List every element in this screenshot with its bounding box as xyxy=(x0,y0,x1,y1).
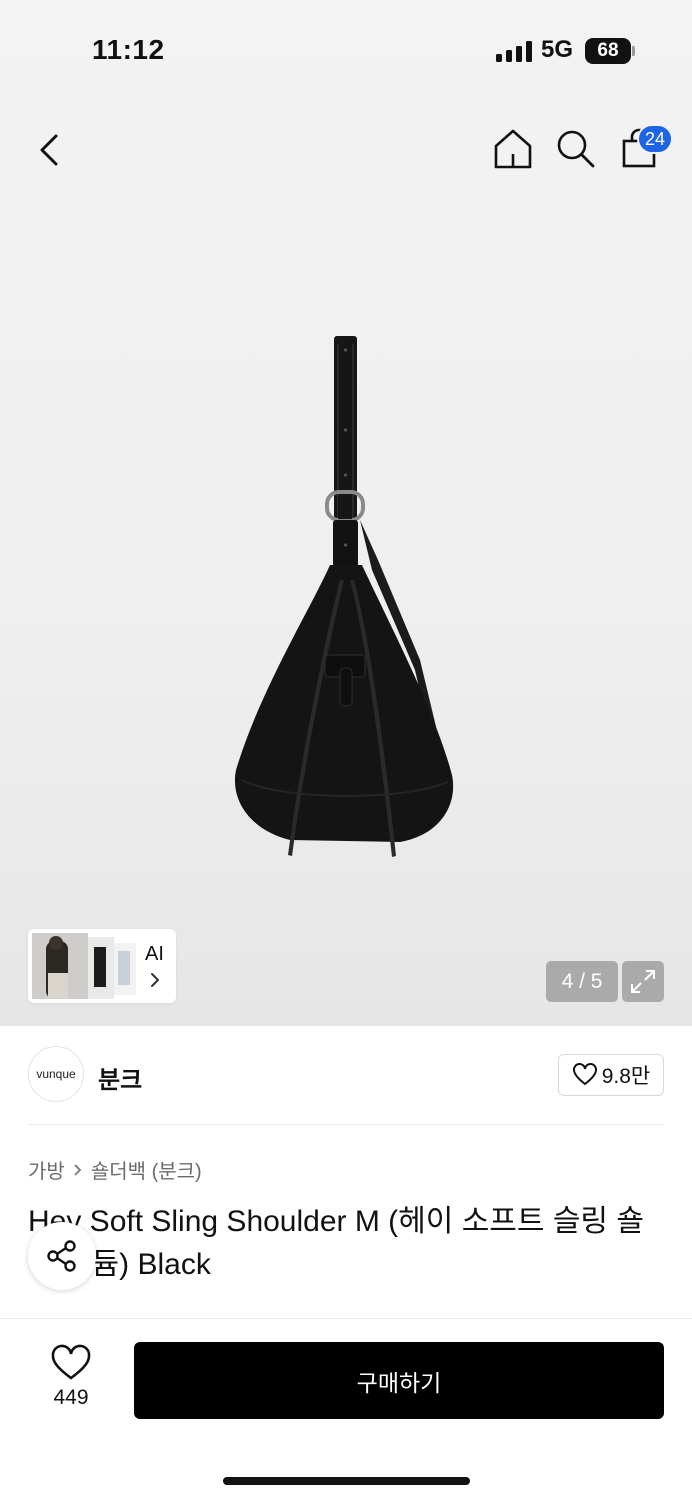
brand-like-button[interactable]: 9.8만 xyxy=(558,1054,664,1096)
ai-style-card[interactable]: AI xyxy=(28,929,176,1003)
chevron-right-icon xyxy=(151,973,159,987)
home-icon[interactable] xyxy=(490,126,536,172)
style-thumbnails xyxy=(32,933,136,999)
expand-button[interactable] xyxy=(622,961,664,1002)
home-indicator xyxy=(223,1477,470,1485)
ai-style-label: AI xyxy=(145,943,164,965)
battery-icon: 68 xyxy=(585,38,631,64)
heart-icon xyxy=(51,1344,91,1380)
battery-level: 68 xyxy=(597,40,619,61)
brand-like-count: 9.8만 xyxy=(601,1065,651,1088)
breadcrumb-subcategory[interactable]: 숄더백 (분크) xyxy=(91,1155,202,1184)
wishlist-button[interactable]: 449 xyxy=(36,1344,106,1414)
brand-logo-text: vunque xyxy=(36,1067,76,1081)
buy-button[interactable]: 구매하기 xyxy=(134,1342,664,1419)
status-time: 11:12 xyxy=(92,34,165,65)
search-icon[interactable] xyxy=(553,126,599,172)
heart-icon xyxy=(572,1063,597,1086)
divider xyxy=(28,1124,664,1125)
cart-count-badge: 24 xyxy=(637,124,673,154)
share-button[interactable] xyxy=(28,1222,96,1290)
brand-name[interactable]: 분크 xyxy=(98,1060,142,1095)
image-counter: 4 / 5 xyxy=(546,961,618,1002)
brand-logo[interactable]: vunque xyxy=(28,1046,84,1102)
battery-nub xyxy=(632,46,635,56)
breadcrumb-category[interactable]: 가방 xyxy=(28,1155,65,1184)
breadcrumb: 가방 숄더백 (분크) xyxy=(28,1155,202,1184)
back-arrow-icon[interactable] xyxy=(30,128,70,172)
share-icon xyxy=(47,1240,76,1272)
signal-icon xyxy=(496,40,532,62)
product-title: Hey Soft Sling Shoulder M (헤이 소프트 슬링 숄더 … xyxy=(28,1205,644,1281)
chevron-right-icon xyxy=(74,1163,82,1176)
network-type: 5G xyxy=(541,36,574,63)
expand-icon xyxy=(631,970,655,993)
product-photo xyxy=(234,336,454,857)
wishlist-count: 449 xyxy=(53,1386,89,1409)
